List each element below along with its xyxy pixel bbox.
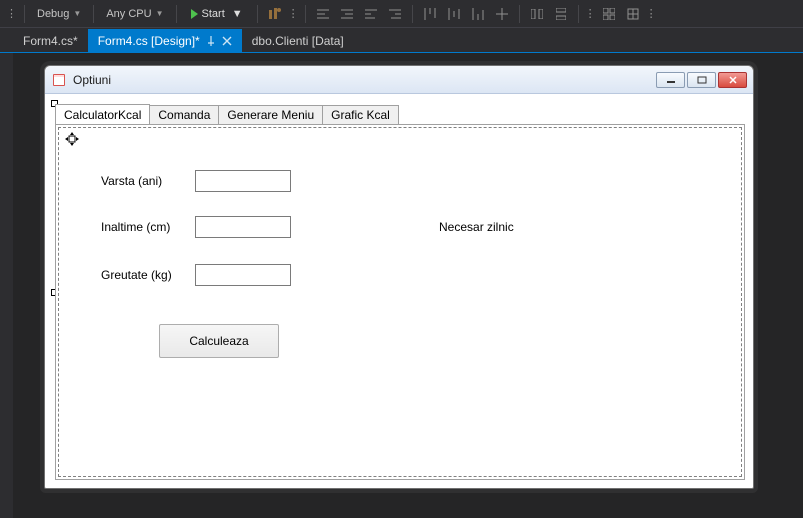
chevron-down-icon: ▼ [156, 9, 164, 18]
separator [412, 5, 413, 23]
designer-form[interactable]: Optiuni CalculatorKcal Comanda Generare … [44, 65, 754, 489]
distribute-icon[interactable] [491, 3, 513, 25]
tab-generare-meniu[interactable]: Generare Meniu [218, 105, 323, 124]
platform-label: Any CPU [106, 8, 151, 20]
play-icon [191, 9, 198, 19]
form-icon [51, 72, 67, 88]
tab-form4-design[interactable]: Form4.cs [Design]* [88, 29, 242, 52]
document-tabbar: Form4.cs* Form4.cs [Design]* dbo.Clienti… [0, 28, 803, 53]
indent-decrease-icon[interactable] [312, 3, 334, 25]
start-label: Start [202, 8, 225, 20]
tab-label: Generare Meniu [227, 108, 314, 122]
tab-label: dbo.Clienti [Data] [252, 34, 344, 48]
start-button[interactable]: Start ▼ [183, 6, 251, 22]
close-icon[interactable] [222, 36, 232, 46]
tab-page[interactable]: Varsta (ani) Inaltime (cm) Greutate (kg)… [55, 124, 745, 480]
tab-label: Form4.cs [Design]* [98, 34, 200, 48]
form-title: Optiuni [73, 73, 111, 87]
maximize-button[interactable] [687, 72, 716, 88]
label-inaltime: Inaltime (cm) [101, 220, 170, 234]
chevron-down-icon: ▼ [232, 8, 243, 20]
tab-page-inner: Varsta (ani) Inaltime (cm) Greutate (kg)… [58, 127, 742, 477]
toolbar-icon[interactable] [264, 3, 286, 25]
toolbar-dots-icon: ⋮ [585, 7, 596, 20]
textbox-greutate[interactable] [195, 264, 291, 286]
toolbar-dots-icon: ⋮ [646, 7, 657, 20]
tab-label: Form4.cs* [23, 34, 78, 48]
toolbar-dots-icon: ⋮ [288, 7, 299, 20]
tab-form4-cs[interactable]: Form4.cs* [13, 29, 88, 52]
close-button[interactable] [718, 72, 747, 88]
tab-label: Grafic Kcal [331, 108, 390, 122]
separator [257, 5, 258, 23]
tab-dbo-clienti[interactable]: dbo.Clienti [Data] [242, 29, 354, 52]
tab-grafic-kcal[interactable]: Grafic Kcal [322, 105, 399, 124]
label-varsta: Varsta (ani) [101, 174, 162, 188]
tab-comanda[interactable]: Comanda [149, 105, 219, 124]
tabcontrol[interactable]: CalculatorKcal Comanda Generare Meniu Gr… [55, 104, 745, 480]
separator [305, 5, 306, 23]
button-calculeaza[interactable]: Calculeaza [159, 324, 279, 358]
label-necesar: Necesar zilnic [439, 220, 514, 234]
spacing-v-icon[interactable] [550, 3, 572, 25]
grid-icon[interactable] [598, 3, 620, 25]
separator [93, 5, 94, 23]
tab-headers: CalculatorKcal Comanda Generare Meniu Gr… [55, 104, 745, 124]
align-right-icon[interactable] [384, 3, 406, 25]
tab-label: CalculatorKcal [64, 108, 141, 122]
minimize-button[interactable] [656, 72, 685, 88]
design-surface[interactable]: Optiuni CalculatorKcal Comanda Generare … [13, 53, 803, 518]
separator [578, 5, 579, 23]
form-titlebar: Optiuni [45, 66, 753, 94]
toolbar-dots-icon: ⋮ [6, 7, 18, 20]
platform-dropdown[interactable]: Any CPU ▼ [100, 3, 169, 25]
textbox-inaltime[interactable] [195, 216, 291, 238]
button-label: Calculeaza [189, 334, 248, 348]
config-dropdown[interactable]: Debug ▼ [31, 3, 87, 25]
grid2-icon[interactable] [622, 3, 644, 25]
left-gutter [0, 53, 13, 518]
tab-calculatorkcal[interactable]: CalculatorKcal [55, 104, 150, 124]
separator [519, 5, 520, 23]
separator [176, 5, 177, 23]
vs-toolbar: ⋮ Debug ▼ Any CPU ▼ Start ▼ ⋮ ⋮ ⋮ [0, 0, 803, 28]
label-greutate: Greutate (kg) [101, 268, 172, 282]
pin-icon[interactable] [206, 36, 216, 46]
spacing-h-icon[interactable] [526, 3, 548, 25]
chevron-down-icon: ▼ [73, 9, 81, 18]
config-label: Debug [37, 8, 69, 20]
textbox-varsta[interactable] [195, 170, 291, 192]
move-glyph-icon[interactable] [65, 132, 79, 146]
align-left-icon[interactable] [360, 3, 382, 25]
tab-label: Comanda [158, 108, 210, 122]
align-middle-icon[interactable] [443, 3, 465, 25]
indent-increase-icon[interactable] [336, 3, 358, 25]
separator [24, 5, 25, 23]
align-top-icon[interactable] [419, 3, 441, 25]
align-bottom-icon[interactable] [467, 3, 489, 25]
